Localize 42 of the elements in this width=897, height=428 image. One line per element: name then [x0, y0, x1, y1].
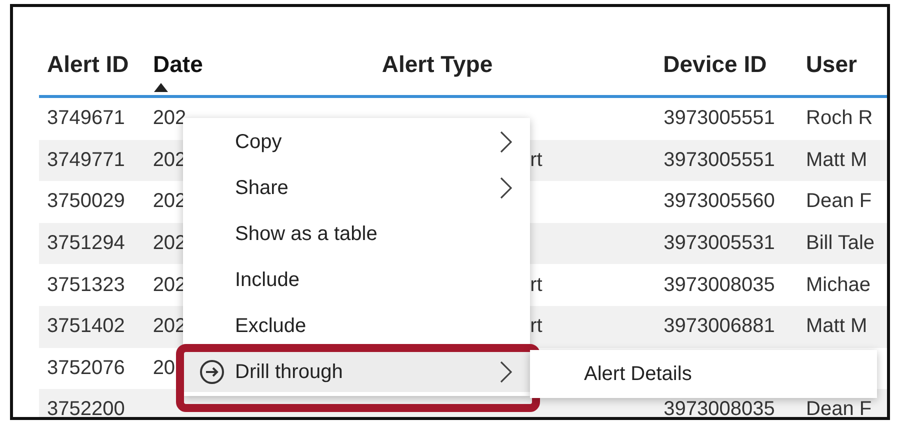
table-cell: 3752200 [47, 398, 125, 417]
table-cell: 20 [152, 356, 176, 379]
table-cell: 3973008035 [664, 398, 775, 417]
table-cell: Roch R [806, 107, 873, 130]
menu-item[interactable]: Show as a table [183, 214, 530, 254]
arrow-circle-icon [199, 359, 225, 385]
table-cell: 3749671 [47, 107, 125, 130]
table-cell: Matt M [806, 148, 868, 171]
chevron-right-icon [500, 361, 512, 383]
column-header[interactable]: User [798, 47, 887, 93]
menu-item[interactable]: Share [183, 168, 530, 208]
table-cell: 3973005560 [664, 190, 775, 212]
table-cell: 3973005531 [664, 232, 775, 254]
table-cell: 3751402 [47, 315, 125, 338]
table-cell: rt [530, 148, 542, 171]
column-header[interactable]: Device ID [655, 47, 798, 93]
table-cell: 3973008035 [664, 274, 775, 296]
table-cell: 3973006881 [664, 315, 775, 338]
chevron-right-icon [500, 177, 512, 199]
menu-item[interactable]: Alert Details [530, 350, 877, 398]
table-cell: 3751294 [47, 232, 125, 254]
column-header[interactable]: Alert ID [39, 47, 146, 93]
column-header[interactable]: Alert Type [374, 47, 656, 93]
table-cell: Matt M [806, 315, 868, 338]
column-header[interactable]: Date [145, 47, 374, 93]
table-cell: 3750029 [47, 190, 125, 212]
menu-item[interactable]: Exclude [183, 306, 530, 346]
menu-item[interactable]: Drill through [183, 352, 530, 392]
menu-item[interactable]: Include [183, 260, 530, 300]
table-cell: rt [530, 274, 542, 296]
chevron-right-icon [500, 131, 512, 153]
table-cell: 3749771 [47, 148, 125, 171]
table-cell: 3751323 [47, 274, 125, 296]
table-cell: 3752076 [47, 356, 125, 379]
table-cell: Dean F [806, 190, 872, 212]
table-cell: Dean F [806, 398, 872, 417]
table-cell: Bill Tale [806, 232, 875, 254]
table-cell: Michae [806, 274, 870, 296]
table-cell: 3973005551 [664, 148, 775, 171]
sort-ascending-icon [153, 82, 170, 92]
table-cell: rt [530, 315, 542, 338]
table-cell: 3973005551 [664, 107, 775, 130]
